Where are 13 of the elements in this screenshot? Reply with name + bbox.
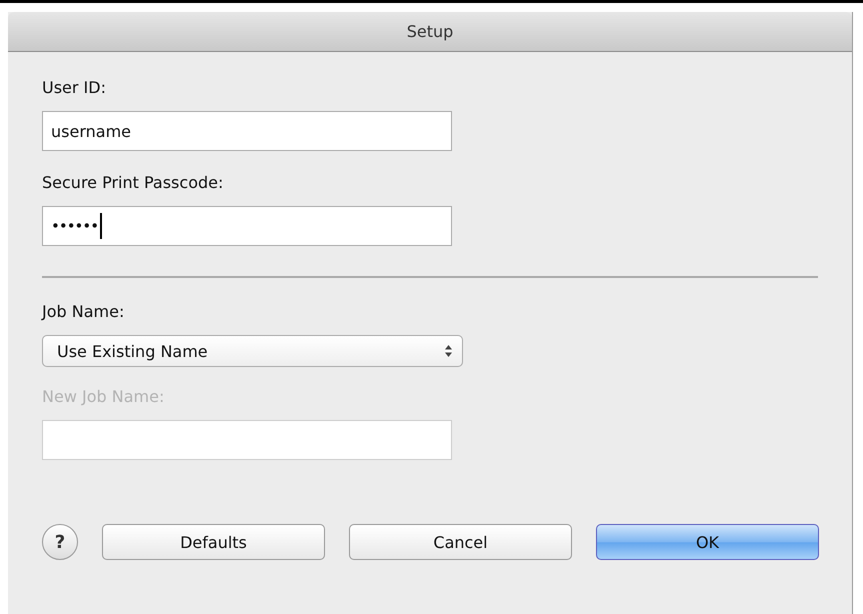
ok-button[interactable]: OK [596, 524, 819, 560]
help-button[interactable]: ? [42, 524, 78, 560]
field-label: New Job Name: [42, 387, 164, 406]
window-title: Setup [406, 22, 454, 41]
field-label: Job Name: [42, 302, 124, 321]
dropdown[interactable]: Use Existing Name [42, 335, 463, 367]
up-down-arrows-icon [445, 345, 452, 357]
password-field[interactable]: •••••• [42, 206, 452, 246]
dialog-button[interactable]: Defaults [102, 524, 325, 560]
input-field[interactable]: username [42, 111, 452, 151]
field-label: User ID: [42, 78, 106, 97]
field-label: Secure Print Passcode: [42, 173, 224, 192]
dialog-button[interactable]: Cancel [349, 524, 572, 560]
